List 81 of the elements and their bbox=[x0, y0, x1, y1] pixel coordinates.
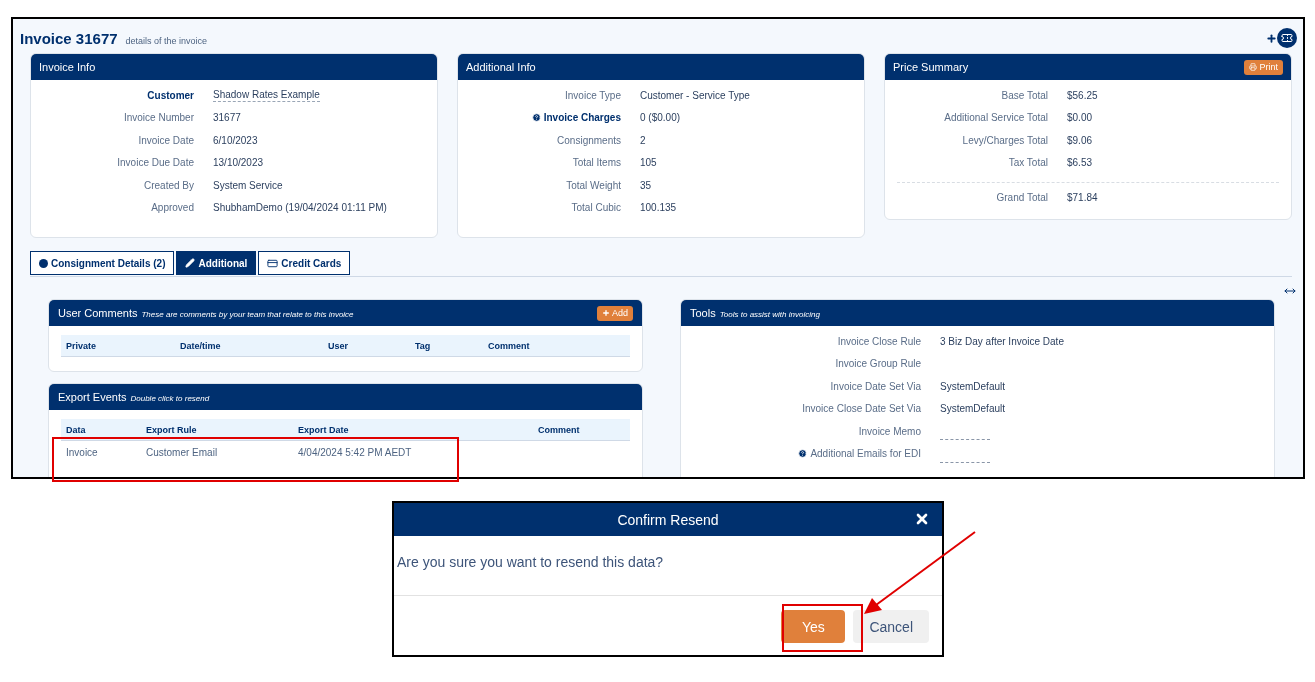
field-label: Invoice Date Set Via bbox=[830, 380, 921, 392]
field-value: $0.00 bbox=[1067, 112, 1093, 124]
field-label: Levy/Charges Total bbox=[962, 134, 1048, 146]
field-label: Total Items bbox=[572, 157, 621, 169]
field-label: Invoice Charges bbox=[531, 112, 621, 124]
close-button[interactable] bbox=[914, 511, 930, 527]
panel-subtitle: Tools to assist with invoicing bbox=[719, 310, 820, 319]
field-value: SystemDefault bbox=[940, 380, 1006, 392]
field-value: $9.06 bbox=[1067, 134, 1093, 146]
field-value: 6/10/2023 bbox=[213, 134, 258, 146]
page-title: Invoice 31677 bbox=[20, 29, 118, 47]
field-value: $6.53 bbox=[1067, 157, 1093, 169]
field-value: $56.25 bbox=[1067, 89, 1098, 101]
field-value: ShubhamDemo (19/04/2024 01:11 PM) bbox=[213, 202, 387, 214]
panel-title: User Comments bbox=[58, 307, 138, 319]
field-label: Invoice Memo bbox=[858, 425, 921, 437]
column-header: Date/time bbox=[180, 340, 222, 351]
field-label: Customer bbox=[147, 89, 194, 101]
field-label: Tax Total bbox=[1008, 157, 1048, 169]
panel-title: Export Events bbox=[58, 391, 127, 403]
table-cell-text: 4/04/2024 5:42 PM AEDT bbox=[298, 447, 413, 458]
column-header: Comment bbox=[538, 424, 581, 435]
card-title: Price Summary bbox=[893, 61, 969, 73]
pencil-icon bbox=[185, 258, 196, 268]
column-header: Data bbox=[66, 424, 87, 435]
dot-icon bbox=[39, 258, 48, 268]
field-label: Invoice Date bbox=[138, 134, 194, 146]
field-label: Consignments bbox=[557, 134, 621, 146]
card-title: Additional Info bbox=[466, 61, 536, 73]
field-label: Invoice Number bbox=[123, 112, 194, 124]
field-value: 31677 bbox=[213, 112, 241, 124]
field-value: SystemDefault bbox=[940, 403, 1006, 415]
field-label: Grand Total bbox=[996, 192, 1048, 204]
help-icon[interactable] bbox=[798, 449, 808, 459]
panel-subtitle: These are comments by your team that relate to this invoice bbox=[141, 310, 354, 319]
field-label: Invoice Close Rule bbox=[837, 335, 921, 347]
column-header: Export Rule bbox=[146, 424, 198, 435]
field-value: 105 bbox=[640, 157, 657, 169]
field-label: Total Weight bbox=[566, 179, 621, 191]
column-header: User bbox=[328, 340, 349, 351]
field-label: Additional Emails for EDI bbox=[798, 448, 921, 460]
field-value: 100.135 bbox=[640, 202, 677, 214]
field-label: Additional Service Total bbox=[944, 112, 1048, 124]
dialog-title: Confirm Resend bbox=[617, 511, 719, 528]
dialog-message: Are you sure you want to resend this data? bbox=[394, 536, 942, 596]
printer-icon bbox=[1249, 63, 1258, 71]
tab[interactable]: Consignment Details (2) bbox=[30, 251, 175, 275]
tab[interactable]: Credit Cards bbox=[258, 251, 351, 275]
panel-title: Tools bbox=[690, 307, 716, 319]
customer-link[interactable]: Shadow Rates Example bbox=[213, 88, 320, 102]
field-value: System Service bbox=[213, 179, 283, 191]
field-value: 2 bbox=[640, 134, 646, 146]
field-value: Customer - Service Type bbox=[640, 89, 750, 101]
field-value: 35 bbox=[640, 179, 652, 191]
column-header: Comment bbox=[488, 340, 531, 351]
panel-subtitle: Double click to resend bbox=[130, 394, 210, 403]
page-subtitle: details of the invoice bbox=[125, 35, 208, 46]
card-title: Invoice Info bbox=[39, 61, 96, 73]
field-value: 0 ($0.00) bbox=[640, 112, 681, 124]
column-header: Export Date bbox=[298, 424, 350, 435]
field-label: Invoice Due Date bbox=[117, 157, 194, 169]
field-label: Base Total bbox=[1001, 89, 1048, 101]
field-value: 3 Biz Day after Invoice Date bbox=[940, 335, 1064, 347]
field-value: 13/10/2023 bbox=[213, 157, 264, 169]
field-label: Invoice Type bbox=[565, 89, 621, 101]
add-ticket-icon[interactable] bbox=[1266, 28, 1297, 48]
field-label: Total Cubic bbox=[571, 202, 621, 214]
tab[interactable]: Additional bbox=[176, 251, 257, 275]
help-icon[interactable] bbox=[531, 113, 541, 123]
card-icon bbox=[267, 257, 279, 269]
table-cell-text: Invoice bbox=[66, 447, 99, 458]
table-cell-text: Customer Email bbox=[146, 447, 219, 458]
cancel-button[interactable]: Cancel bbox=[853, 610, 929, 643]
column-header: Private bbox=[66, 340, 98, 351]
field-label: Invoice Group Rule bbox=[835, 358, 921, 370]
plus-icon bbox=[602, 309, 610, 317]
field-value: $71.84 bbox=[1067, 192, 1098, 204]
field-label: Created By bbox=[143, 179, 194, 191]
column-header: Tag bbox=[415, 340, 432, 351]
field-label: Invoice Close Date Set Via bbox=[802, 403, 921, 415]
field-label: Approved bbox=[151, 202, 194, 214]
